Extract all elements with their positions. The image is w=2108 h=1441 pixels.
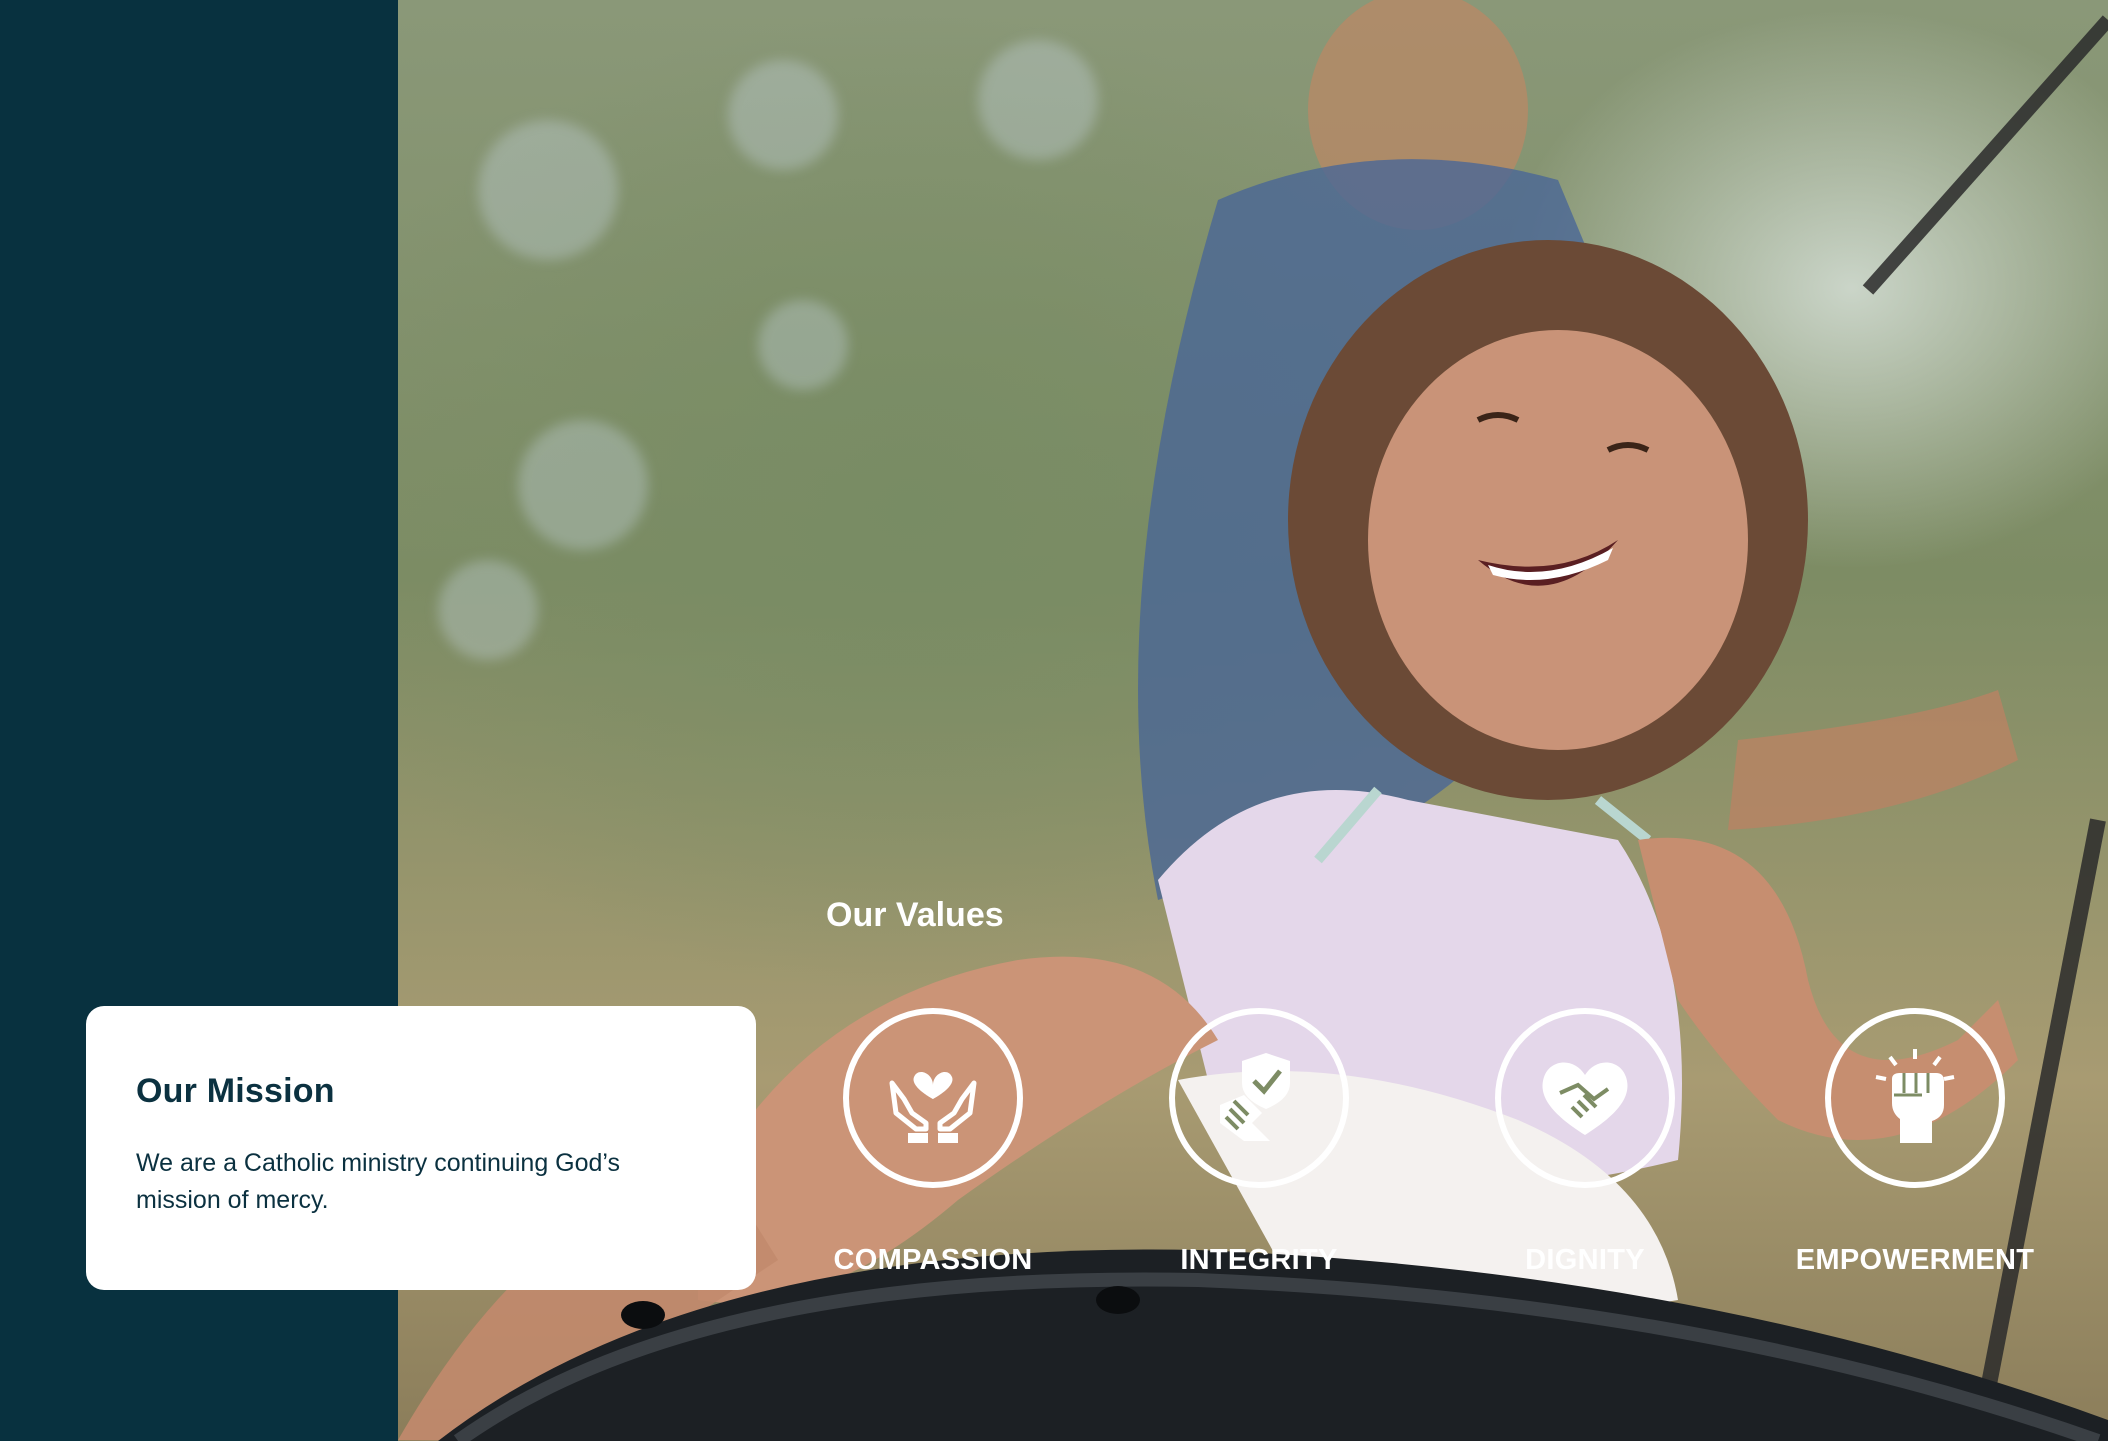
value-circle: [1495, 1008, 1675, 1188]
mission-card: Our Mission We are a Catholic ministry c…: [86, 1006, 756, 1290]
value-dignity: DIGNITY: [1455, 1008, 1715, 1277]
value-compassion: COMPASSION: [803, 1008, 1063, 1277]
value-label: COMPASSION: [833, 1244, 1033, 1276]
value-label: EMPOWERMENT: [1795, 1244, 2035, 1276]
value-circle: [843, 1008, 1023, 1188]
values-title: Our Values: [826, 896, 1004, 934]
value-circle: [1825, 1008, 2005, 1188]
value-label: INTEGRITY: [1180, 1244, 1338, 1276]
mission-title: Our Mission: [136, 1072, 335, 1110]
value-empowerment: EMPOWERMENT: [1785, 1008, 2045, 1277]
value-label: DIGNITY: [1525, 1244, 1645, 1276]
value-circle: [1169, 1008, 1349, 1188]
heart-handshake-icon: [1542, 1062, 1628, 1135]
heart-in-hands-icon: [889, 1071, 977, 1143]
raised-fist-icon: [1875, 1049, 1955, 1143]
handshake-shield-icon: [1220, 1053, 1290, 1141]
value-integrity: INTEGRITY: [1129, 1008, 1389, 1277]
mission-text: We are a Catholic ministry continuing Go…: [136, 1149, 621, 1214]
page: Our Mission We are a Catholic ministry c…: [0, 0, 2108, 1441]
